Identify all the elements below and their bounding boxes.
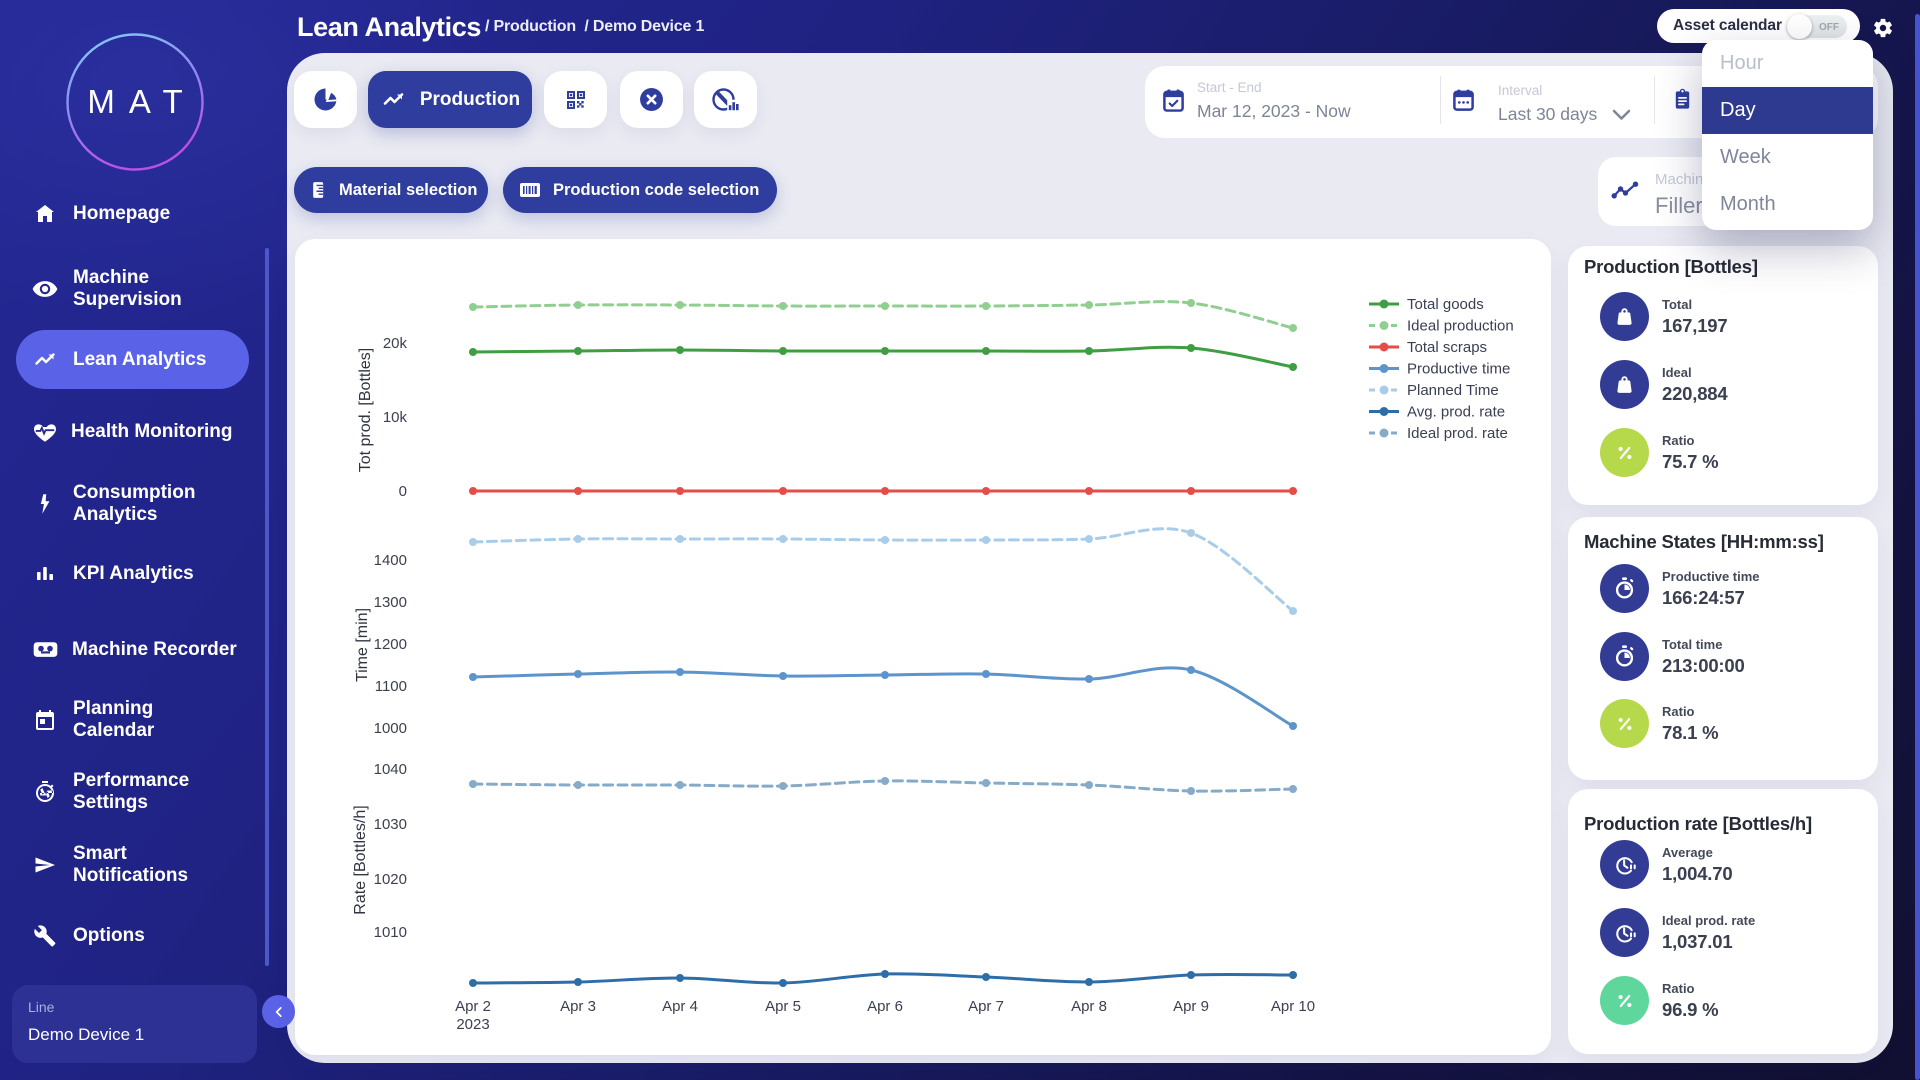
svg-text:1300: 1300 — [374, 594, 407, 611]
svg-text:Avg. prod. rate: Avg. prod. rate — [1407, 404, 1505, 421]
svg-text:1020: 1020 — [374, 871, 407, 888]
svg-text:1040: 1040 — [374, 761, 407, 778]
svg-text:Apr 5: Apr 5 — [765, 998, 801, 1015]
svg-text:Apr 7: Apr 7 — [968, 998, 1004, 1015]
svg-text:Apr 9: Apr 9 — [1173, 998, 1209, 1015]
svg-text:Apr 6: Apr 6 — [867, 998, 903, 1015]
svg-text:1000: 1000 — [374, 720, 407, 737]
svg-text:Ideal prod. rate: Ideal prod. rate — [1407, 425, 1508, 442]
svg-text:1100: 1100 — [375, 678, 407, 695]
svg-text:Rate [Bottles/h]: Rate [Bottles/h] — [352, 805, 369, 914]
svg-text:1030: 1030 — [374, 816, 407, 833]
svg-text:Tot prod. [Bottles]: Tot prod. [Bottles] — [357, 348, 374, 473]
svg-text:Apr 2: Apr 2 — [455, 998, 491, 1015]
svg-text:Total goods: Total goods — [1407, 296, 1484, 313]
svg-text:20k: 20k — [383, 335, 408, 352]
svg-text:0: 0 — [399, 483, 407, 500]
svg-text:Productive time: Productive time — [1407, 361, 1510, 378]
svg-text:Time [min]: Time [min] — [354, 608, 371, 682]
svg-text:1200: 1200 — [374, 636, 407, 653]
svg-text:Apr 8: Apr 8 — [1071, 998, 1107, 1015]
svg-text:1010: 1010 — [374, 924, 407, 941]
svg-text:Apr 3: Apr 3 — [560, 998, 596, 1015]
svg-text:Planned Time: Planned Time — [1407, 382, 1499, 399]
svg-text:Total scraps: Total scraps — [1407, 339, 1487, 356]
svg-text:1400: 1400 — [374, 552, 407, 569]
svg-text:Apr 4: Apr 4 — [662, 998, 698, 1015]
svg-text:Apr 10: Apr 10 — [1271, 998, 1315, 1015]
svg-text:2023: 2023 — [456, 1016, 489, 1033]
svg-text:10k: 10k — [383, 409, 408, 426]
svg-text:Ideal production: Ideal production — [1407, 318, 1514, 335]
